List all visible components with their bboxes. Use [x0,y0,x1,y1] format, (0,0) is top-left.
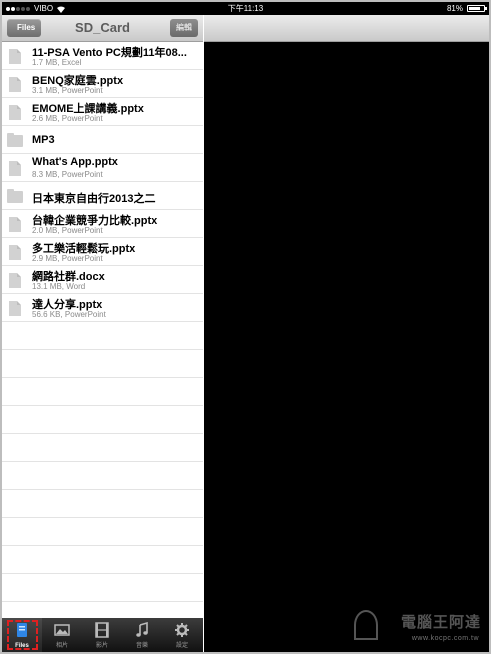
status-right: 81% [446,2,487,15]
detail-toolbar [204,15,489,42]
item-meta: 13.1 MB, Word [32,282,86,291]
document-icon [9,161,21,176]
tab-label: 音樂 [135,643,148,649]
tab-label: 影片 [95,643,108,649]
status-time: 下午11:13 [227,4,264,13]
item-meta: 8.3 MB, PowerPoint [32,170,103,179]
file-list: 11-PSA Vento PC規劃11年08... 1.7 MB, Excel BE… [2,42,203,632]
item-meta: 2.6 MB, PowerPoint [32,114,103,123]
file-row[interactable]: 達人分享.pptx 56.6 KB, PowerPoint [2,294,203,322]
folder-row[interactable]: MP3 [2,126,203,154]
status-bar: VIBO 下午11:13 81% [2,2,489,15]
document-icon [9,217,21,232]
file-row[interactable]: EMOME上課講義.pptx 2.6 MB, PowerPoint [2,98,203,126]
document-icon [9,301,21,316]
detail-pane: 電腦王阿達 www.kocpc.com.tw [204,15,489,652]
watermark-url: www.kocpc.com.tw [411,635,479,642]
item-name: 日本東京自由行2013之二 [32,193,156,205]
tab-bar: Files 相片 影片 音樂 設定 [2,618,203,652]
photos-icon [54,624,70,636]
item-meta: 56.6 KB, PowerPoint [32,310,106,319]
tab-video[interactable]: 影片 [82,618,122,652]
document-icon [9,273,21,288]
folder-row[interactable]: 日本東京自由行2013之二 [2,182,203,210]
battery-icon [467,5,487,12]
document-icon [9,105,21,120]
tab-music[interactable]: 音樂 [122,618,162,652]
item-meta: 3.1 MB, PowerPoint [32,86,103,95]
tab-label: 相片 [55,643,68,649]
file-row[interactable]: 11-PSA Vento PC規劃11年08... 1.7 MB, Excel [2,42,203,70]
watermark-logo-icon [354,610,378,640]
folder-icon [7,189,23,203]
settings-icon [175,623,189,637]
file-row[interactable]: 網路社群.docx 13.1 MB, Word [2,266,203,294]
watermark-title: 電腦王阿達 [400,614,481,631]
tab-settings[interactable]: 設定 [162,618,202,652]
item-meta: 1.7 MB, Excel [32,58,82,67]
file-row[interactable]: 台韓企業競爭力比較.pptx 2.0 MB, PowerPoint [2,210,203,238]
document-icon [9,245,21,260]
video-icon [95,622,109,638]
item-name: What's App.pptx [32,156,118,168]
item-meta: 2.9 MB, PowerPoint [32,254,103,263]
tab-label: 設定 [175,643,188,649]
file-row[interactable]: What's App.pptx 8.3 MB, PowerPoint [2,154,203,182]
item-name: MP3 [32,134,55,146]
music-icon [136,622,148,637]
selection-highlight [7,620,38,650]
tab-files[interactable]: Files [2,618,42,652]
document-icon [9,49,21,64]
file-row[interactable]: 多工樂活輕鬆玩.pptx 2.9 MB, PowerPoint [2,238,203,266]
screen-frame: VIBO 下午11:13 81% Files SD_Card 編輯 11-PSA… [0,0,491,654]
item-meta: 2.0 MB, PowerPoint [32,226,103,235]
tab-photos[interactable]: 相片 [42,618,82,652]
file-row[interactable]: BENQ家庭雲.pptx 3.1 MB, PowerPoint [2,70,203,98]
document-icon [9,77,21,92]
folder-icon [7,133,23,147]
navigation-bar: Files SD_Card 編輯 [2,15,203,42]
battery-percent: 81% [446,4,463,13]
file-browser-pane: Files SD_Card 編輯 11-PSA Vento PC規劃11年08.… [2,15,203,652]
edit-button[interactable]: 編輯 [170,19,198,37]
